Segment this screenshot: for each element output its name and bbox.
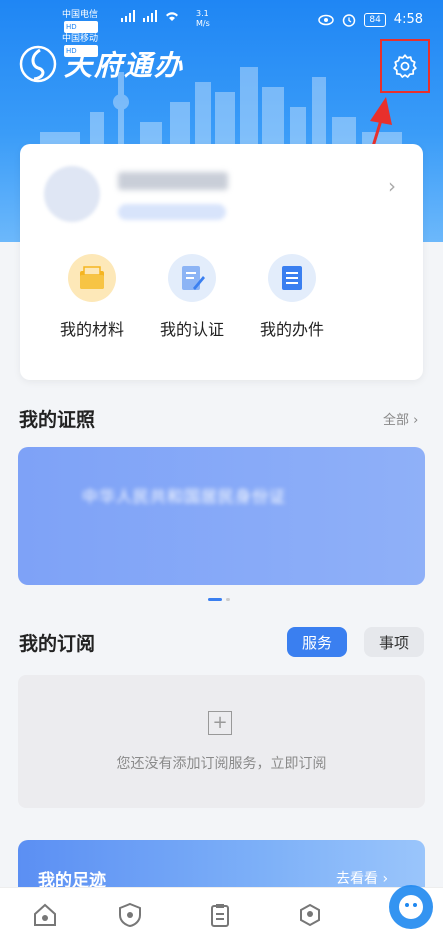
status-bar: 中国电信 HD 中国移动 HD 3.1 M/s 84 4:58 (0, 0, 443, 57)
shield-icon[interactable] (115, 900, 145, 930)
speed-unit: M/s (196, 19, 210, 28)
quick-item-label: 我的材料 (59, 320, 124, 339)
user-tag-blurred (118, 204, 226, 220)
logo-mark-icon (19, 45, 57, 83)
see-all-link[interactable]: 全部 › (383, 409, 418, 428)
subscription-empty-state[interactable]: + 您还没有添加订阅服务，立即订阅 (18, 675, 425, 808)
clock: 4:58 (393, 12, 423, 27)
network-speed: 3.1 M/s (196, 9, 210, 29)
chevron-right-icon[interactable]: › (388, 174, 396, 198)
folder-icon (68, 254, 116, 302)
carrier-1: 中国电信 (62, 10, 99, 20)
plus-icon: + (208, 711, 232, 735)
user-name-blurred (118, 172, 228, 190)
speed-value: 3.1 (196, 9, 209, 18)
app-name: 天府通办 (64, 49, 185, 82)
home-icon[interactable] (30, 900, 60, 930)
eye-icon (318, 14, 335, 25)
subscriptions-title: 我的订阅 (19, 633, 96, 655)
profile-icon[interactable] (295, 900, 325, 930)
baidu-watermark-icon (389, 885, 433, 929)
wifi-icon (166, 12, 178, 21)
quick-item-certification[interactable]: 我的认证 (142, 254, 242, 340)
signal-icon (121, 10, 135, 22)
status-right: 84 4:58 (318, 12, 423, 27)
carousel-dots (208, 598, 230, 601)
alarm-icon (343, 13, 356, 27)
signal-icon (143, 10, 157, 22)
license-card[interactable]: 中华人民共和国居民身份证 (18, 447, 425, 585)
signal-icons (120, 10, 180, 22)
empty-subscription-text: 您还没有添加订阅服务，立即订阅 (116, 756, 327, 772)
quick-item-materials[interactable]: 我的材料 (42, 254, 142, 340)
profile-card: › 我的材料 我的认证 我的办件 (20, 144, 423, 380)
clipboard-icon[interactable] (205, 900, 235, 930)
carousel-dot-active (208, 598, 222, 601)
tab-service[interactable]: 服务 (287, 627, 347, 657)
battery-level: 84 (364, 12, 386, 27)
carousel-dot (226, 598, 230, 601)
quick-item-label: 我的办件 (259, 320, 324, 339)
license-card-title: 中华人民共和国居民身份证 (82, 487, 287, 506)
list-doc-icon (268, 254, 316, 302)
quick-item-applications[interactable]: 我的办件 (242, 254, 342, 340)
certify-doc-icon (168, 254, 216, 302)
tab-item[interactable]: 事项 (364, 627, 424, 657)
footprint-link-label: 去看看 (336, 871, 378, 887)
app-logo: 天府通办 (18, 44, 184, 84)
licenses-title: 我的证照 (19, 409, 96, 431)
settings-button[interactable] (380, 39, 430, 93)
gear-icon (393, 54, 417, 78)
avatar[interactable] (44, 166, 100, 222)
hd-badge: HD (64, 21, 99, 33)
see-all-label: 全部 (383, 413, 410, 428)
quick-item-label: 我的认证 (159, 320, 224, 339)
quick-access-row: 我的材料 我的认证 我的办件 (20, 254, 423, 340)
